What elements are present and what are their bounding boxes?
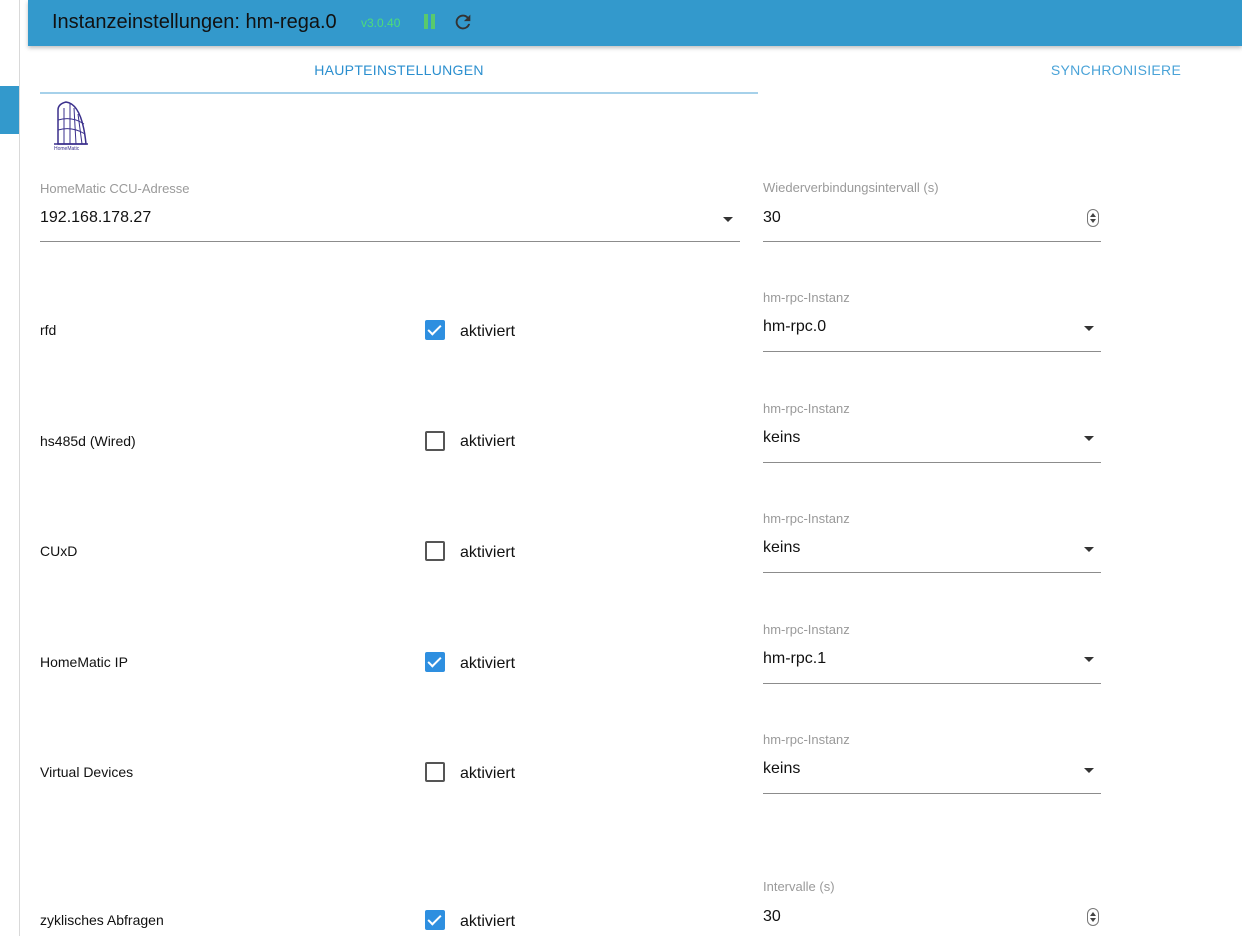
row-label-hs485d: hs485d (Wired)	[40, 433, 136, 449]
polling-checkbox[interactable]	[425, 910, 445, 930]
tab-main-settings[interactable]: HAUPTEINSTELLUNGEN	[40, 48, 758, 94]
cuxd-instance-select[interactable]: keins	[763, 539, 800, 557]
reconnect-interval-input[interactable]: 30	[763, 209, 781, 227]
hs485d-underline	[763, 462, 1101, 463]
row-label-virtual-devices: Virtual Devices	[40, 764, 134, 780]
reload-icon[interactable]	[452, 11, 474, 33]
virtual-devices-underline	[763, 793, 1101, 794]
homematic-logo: HomeMatic	[54, 101, 88, 152]
reconnect-spinner-icon[interactable]	[1087, 209, 1099, 227]
tab-sync[interactable]: SYNCHRONISIERE	[1000, 48, 1232, 94]
polling-checkbox-label[interactable]: aktiviert	[460, 913, 515, 931]
rfd-dropdown-arrow-icon[interactable]	[1084, 326, 1094, 331]
homematic-ip-instance-label: hm-rpc-Instanz	[763, 622, 850, 637]
rfd-checkbox[interactable]	[425, 320, 445, 340]
cuxd-instance-label: hm-rpc-Instanz	[763, 511, 850, 526]
left-rail	[0, 0, 20, 936]
reconnect-interval-label: Wiederverbindungsintervall (s)	[763, 180, 939, 195]
page-title: Instanzeinstellungen: hm-rega.0	[52, 11, 337, 33]
hs485d-instance-select[interactable]: keins	[763, 429, 800, 447]
hs485d-instance-label: hm-rpc-Instanz	[763, 401, 850, 416]
cuxd-checkbox[interactable]	[425, 541, 445, 561]
hs485d-checkbox-label[interactable]: aktiviert	[460, 433, 515, 451]
logo-text: HomeMatic	[54, 146, 80, 152]
polling-interval-label: Intervalle (s)	[763, 879, 835, 894]
left-rail-accent[interactable]	[0, 86, 19, 134]
ccu-address-label: HomeMatic CCU-Adresse	[40, 181, 190, 196]
hs485d-dropdown-arrow-icon[interactable]	[1084, 436, 1094, 441]
rfd-instance-label: hm-rpc-Instanz	[763, 290, 850, 305]
homematic-ip-dropdown-arrow-icon[interactable]	[1084, 657, 1094, 662]
row-label-rfd: rfd	[40, 322, 57, 338]
cuxd-checkbox-label[interactable]: aktiviert	[460, 544, 515, 562]
homematic-ip-checkbox-label[interactable]: aktiviert	[460, 655, 515, 673]
pause-icon[interactable]	[422, 14, 436, 30]
polling-interval-input[interactable]: 30	[763, 908, 781, 926]
virtual-devices-checkbox[interactable]	[425, 762, 445, 782]
row-label-polling: zyklisches Abfragen	[40, 912, 164, 928]
ccu-dropdown-arrow-icon[interactable]	[723, 217, 733, 222]
virtual-devices-instance-select[interactable]: keins	[763, 760, 800, 778]
homematic-ip-instance-select[interactable]: hm-rpc.1	[763, 650, 826, 668]
virtual-devices-instance-label: hm-rpc-Instanz	[763, 732, 850, 747]
ccu-underline	[40, 241, 740, 242]
rfd-instance-select[interactable]: hm-rpc.0	[763, 318, 826, 336]
hs485d-checkbox[interactable]	[425, 431, 445, 451]
reconnect-underline	[763, 241, 1101, 242]
row-label-homematic-ip: HomeMatic IP	[40, 654, 128, 670]
rfd-checkbox-label[interactable]: aktiviert	[460, 323, 515, 341]
homematic-ip-checkbox[interactable]	[425, 652, 445, 672]
version-badge: v3.0.40	[361, 16, 401, 30]
cuxd-dropdown-arrow-icon[interactable]	[1084, 547, 1094, 552]
header-bar: Instanzeinstellungen: hm-rega.0 v3.0.40	[28, 0, 1242, 46]
row-label-cuxd: CUxD	[40, 543, 78, 559]
ccu-address-value[interactable]: 192.168.178.27	[40, 209, 151, 227]
homematic-ip-underline	[763, 683, 1101, 684]
virtual-devices-checkbox-label[interactable]: aktiviert	[460, 765, 515, 783]
cuxd-underline	[763, 572, 1101, 573]
polling-spinner-icon[interactable]	[1087, 908, 1099, 926]
virtual-devices-dropdown-arrow-icon[interactable]	[1084, 768, 1094, 773]
rfd-underline	[763, 351, 1101, 352]
